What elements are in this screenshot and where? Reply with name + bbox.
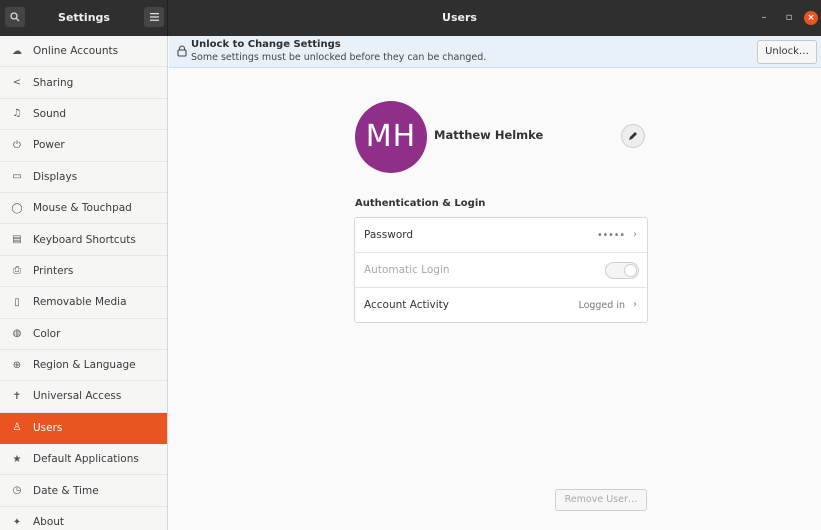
color-icon: ◍ (12, 328, 22, 340)
sidebar-item-removable-media[interactable]: ▯ Removable Media (0, 287, 167, 319)
display-icon: ▭ (12, 171, 22, 183)
account-activity-row[interactable]: Account Activity Logged in › (355, 288, 647, 323)
music-note-icon: ♫ (12, 108, 22, 120)
keyboard-icon: ▤ (12, 234, 22, 246)
accessibility-icon: ✝ (12, 390, 22, 402)
page-title: Users (442, 11, 477, 24)
sidebar-item-label: Power (33, 139, 65, 152)
sidebar-item-universal-access[interactable]: ✝ Universal Access (0, 381, 167, 413)
sidebar-item-label: Region & Language (33, 359, 136, 372)
sidebar-item-printers[interactable]: ⎙ Printers (0, 256, 167, 288)
sidebar-item-label: Sharing (33, 76, 74, 89)
printer-icon: ⎙ (13, 265, 21, 277)
user-full-name: Matthew Helmke (434, 128, 544, 142)
auth-list: Password ••••• › Automatic Login Account… (354, 217, 648, 323)
pencil-icon (629, 132, 637, 140)
power-icon: ⏻ (13, 139, 21, 151)
users-panel: Unlock to Change Settings Some settings … (169, 36, 821, 530)
edit-name-button[interactable] (621, 124, 645, 148)
settings-title: Settings (58, 11, 110, 24)
sidebar-item-label: Online Accounts (33, 45, 119, 58)
sidebar-item-label: Keyboard Shortcuts (33, 233, 136, 246)
remove-user-button[interactable]: Remove User… (555, 489, 647, 511)
sidebar-item-label: Printers (33, 264, 74, 277)
automatic-login-row: Automatic Login (355, 253, 647, 288)
maximize-button[interactable]: ▫ (782, 11, 796, 25)
user-icon: ♙ (12, 422, 22, 434)
mouse-icon: ◯ (11, 202, 23, 214)
sidebar-item-displays[interactable]: ▭ Displays (0, 162, 167, 193)
sidebar-item-label: Removable Media (33, 296, 127, 309)
password-value: ••••• (596, 230, 625, 241)
sidebar-item-mouse-touchpad[interactable]: ◯ Mouse & Touchpad (0, 193, 167, 225)
clock-icon: ◷ (12, 485, 22, 497)
sidebar: ☁ Online Accounts < Sharing ♫ Sound ⏻ Power ▭ Dis… (0, 36, 168, 530)
lock-icon (177, 45, 187, 60)
sidebar-item-color[interactable]: ◍ Color (0, 319, 167, 350)
sidebar-item-label: Sound (33, 107, 67, 120)
automatic-login-toggle[interactable] (605, 262, 639, 279)
removable-media-icon: ▯ (14, 296, 20, 308)
sidebar-item-label: Universal Access (33, 390, 122, 403)
sidebar-item-power[interactable]: ⏻ Power (0, 130, 167, 162)
sidebar-item-sound[interactable]: ♫ Sound (0, 99, 167, 131)
search-button[interactable] (5, 7, 25, 27)
header-bar: Settings Users – ▫ × (0, 0, 821, 36)
password-row[interactable]: Password ••••• › (355, 218, 647, 253)
sidebar-item-about[interactable]: ✦ About (0, 507, 167, 530)
close-button[interactable]: × (804, 11, 818, 25)
avatar[interactable]: MH (355, 101, 427, 173)
account-activity-value: Logged in (578, 300, 625, 311)
maximize-icon: ▫ (785, 12, 793, 23)
cloud-icon: ☁ (12, 45, 22, 57)
unlock-infobar: Unlock to Change Settings Some settings … (169, 36, 821, 68)
sidebar-item-default-applications[interactable]: ★ Default Applications (0, 444, 167, 476)
sidebar-item-label: Users (33, 421, 63, 434)
infobar-subtitle: Some settings must be unlocked before th… (191, 52, 487, 63)
minimize-button[interactable]: – (757, 11, 771, 25)
sidebar-item-date-time[interactable]: ◷ Date & Time (0, 475, 167, 507)
sidebar-item-label: Default Applications (33, 453, 139, 466)
account-activity-label: Account Activity (364, 299, 449, 311)
close-icon: × (807, 13, 815, 23)
sidebar-item-users[interactable]: ♙ Users (0, 412, 167, 445)
password-label: Password (364, 229, 414, 241)
globe-icon: ⊕ (12, 359, 22, 371)
sidebar-item-keyboard-shortcuts[interactable]: ▤ Keyboard Shortcuts (0, 224, 167, 256)
sidebar-item-label: Date & Time (33, 484, 99, 497)
sidebar-item-label: Color (33, 327, 61, 340)
sidebar-header: Settings (0, 0, 168, 36)
sidebar-item-label: About (33, 516, 65, 529)
menu-button[interactable] (144, 7, 164, 27)
sidebar-item-label: Displays (33, 170, 78, 183)
hamburger-menu-icon (149, 13, 159, 21)
toggle-knob (624, 264, 637, 277)
minimize-icon: – (761, 12, 767, 23)
star-icon: ★ (12, 453, 22, 465)
auth-section-title: Authentication & Login (355, 198, 486, 209)
about-icon: ✦ (12, 516, 22, 528)
share-icon: < (12, 77, 22, 89)
sidebar-item-label: Mouse & Touchpad (33, 202, 132, 215)
infobar-title: Unlock to Change Settings (191, 39, 341, 50)
sidebar-item-sharing[interactable]: < Sharing (0, 67, 167, 99)
search-icon (10, 12, 20, 22)
sidebar-item-region-language[interactable]: ⊕ Region & Language (0, 350, 167, 382)
chevron-right-icon: › (633, 299, 637, 310)
automatic-login-label: Automatic Login (364, 264, 450, 276)
unlock-button[interactable]: Unlock… (757, 40, 817, 64)
sidebar-item-online-accounts[interactable]: ☁ Online Accounts (0, 36, 167, 68)
chevron-right-icon: › (633, 229, 637, 240)
